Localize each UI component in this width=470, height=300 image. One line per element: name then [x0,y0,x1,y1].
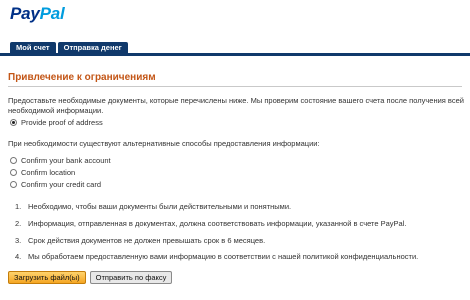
option-proof-of-address[interactable]: Provide proof of address [10,117,103,127]
option-label: Confirm your bank account [21,155,111,165]
note-item-1: 1. Необходимо, чтобы ваши документы были … [15,202,291,212]
title-divider [8,86,462,87]
note-number: 3. [15,236,22,245]
intro-text-line-1: Предоставьте необходимые документы, кото… [8,96,464,105]
tab-send-money[interactable]: Отправка денег [57,42,128,53]
option-label: Confirm your credit card [21,179,102,189]
intro-text-line-2: необходимой информации. [8,106,104,115]
tab-bar [0,53,470,56]
radio-icon[interactable] [10,168,17,176]
option-label: Provide proof of address [21,117,103,127]
note-text: Необходимо, чтобы ваши документы были де… [28,202,292,211]
note-item-3: 3. Срок действия документов не должен пре… [15,236,265,246]
logo-pay: Pay [10,4,40,23]
send-by-fax-button[interactable]: Отправить по факсу [89,271,173,284]
option-confirm-location[interactable]: Confirm location [10,167,75,177]
alternative-intro-text: При необходимости существуют альтернатив… [8,139,320,148]
page-title: Привлечение к ограничениям [8,72,156,83]
note-number: 4. [15,252,22,261]
tab-my-account[interactable]: Мой счет [10,42,56,53]
note-text: Мы обработаем предоставленную вами инфор… [28,252,419,261]
note-number: 2. [15,219,22,228]
option-confirm-bank-account[interactable]: Confirm your bank account [10,155,111,165]
action-buttons: Загрузить файл(ы) Отправить по факсу [8,271,173,284]
note-number: 1. [15,202,22,211]
note-text: Информация, отправленная в документах, д… [28,219,407,228]
upload-files-button[interactable]: Загрузить файл(ы) [8,271,86,284]
radio-icon[interactable] [10,156,17,164]
paypal-logo[interactable]: PayPal [10,5,65,22]
radio-icon[interactable] [10,180,17,188]
radio-selected-icon[interactable] [10,118,17,126]
main-tabs: Мой счет Отправка денег [10,42,128,53]
logo-pal: Pal [39,4,65,23]
note-item-2: 2. Информация, отправленная в документах,… [15,219,406,229]
note-text: Срок действия документов не должен превы… [28,236,266,245]
option-confirm-credit-card[interactable]: Confirm your credit card [10,179,101,189]
option-label: Confirm location [21,167,76,177]
note-item-4: 4. Мы обработаем предоставленную вами инф… [15,252,418,262]
